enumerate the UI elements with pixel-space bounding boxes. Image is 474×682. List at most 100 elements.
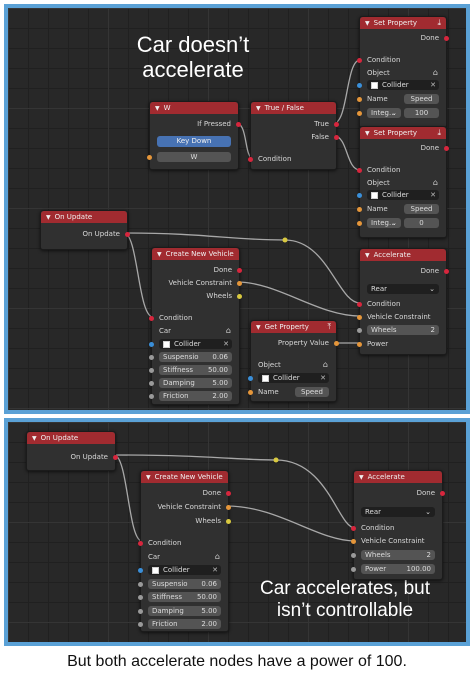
on-update-node[interactable]: ▼ On Update On Update: [26, 431, 118, 471]
collapse-triangle-icon[interactable]: ▼: [155, 105, 160, 112]
socket-wheels[interactable]: [357, 328, 362, 333]
stiffness-field[interactable]: Stiffness 50.00: [148, 592, 221, 602]
socket-condition[interactable]: [351, 526, 356, 531]
damping-field[interactable]: Damping 5.00: [148, 606, 221, 616]
socket-wheels[interactable]: [226, 519, 231, 524]
collapse-triangle-icon[interactable]: ▼: [365, 252, 370, 259]
socket-name[interactable]: [357, 207, 362, 212]
key-down-button[interactable]: Key Down: [157, 136, 231, 147]
clear-icon[interactable]: ✕: [430, 190, 436, 200]
collapse-triangle-icon[interactable]: ▼: [157, 251, 162, 258]
node-header[interactable]: ▼ Get Property ⤒: [251, 321, 336, 333]
socket-done[interactable]: [226, 491, 231, 496]
node-header[interactable]: ▼ True / False: [251, 102, 336, 114]
socket-car[interactable]: [149, 342, 154, 347]
socket-on-update[interactable]: [113, 455, 118, 460]
value-field[interactable]: 100: [404, 108, 439, 118]
set-property-node-2[interactable]: ▼ Set Property ⤓ Done Condition Object ⌂ C…: [357, 126, 449, 238]
collapse-triangle-icon[interactable]: ▼: [365, 130, 370, 137]
name-field[interactable]: Speed: [404, 204, 439, 214]
socket-condition[interactable]: [138, 541, 143, 546]
socket-if-pressed[interactable]: [236, 122, 241, 127]
friction-field[interactable]: Friction 2.00: [148, 619, 221, 629]
socket-value[interactable]: [357, 111, 362, 116]
mode-dropdown[interactable]: Rear ⌄: [361, 507, 435, 517]
value-field[interactable]: 0: [404, 218, 439, 228]
wheels-field[interactable]: Wheels 2: [367, 325, 439, 335]
power-field[interactable]: Power 100.00: [361, 564, 435, 574]
get-property-node[interactable]: ▼ Get Property ⤒ Property Value Object ⌂ C…: [248, 320, 339, 402]
bottom-node-canvas[interactable]: Car accelerates, but isn’t controllable …: [8, 422, 466, 642]
socket-damping[interactable]: [149, 381, 154, 386]
wheels-field[interactable]: Wheels 2: [361, 550, 435, 560]
socket-vehicle-constraint[interactable]: [237, 281, 242, 286]
socket-false[interactable]: [334, 135, 339, 140]
on-update-node[interactable]: ▼ On Update On Update: [40, 210, 130, 250]
socket-name[interactable]: [357, 97, 362, 102]
collapse-triangle-icon[interactable]: ▼: [146, 474, 151, 481]
socket-condition[interactable]: [357, 168, 362, 173]
collapse-triangle-icon[interactable]: ▼: [32, 435, 37, 442]
socket-name[interactable]: [248, 390, 253, 395]
node-header[interactable]: ▼ On Update: [27, 432, 115, 444]
node-header[interactable]: ▼ Accelerate: [360, 249, 446, 261]
car-field[interactable]: Collider ✕: [148, 565, 221, 575]
top-node-canvas[interactable]: Car doesn’t accelerate ▼ W If Pressed Key…: [8, 8, 466, 410]
object-picker-icon[interactable]: ⌂: [433, 67, 438, 79]
clear-icon[interactable]: ✕: [320, 373, 326, 383]
socket-object[interactable]: [248, 376, 253, 381]
socket-done[interactable]: [444, 36, 449, 41]
socket-key[interactable]: [147, 155, 152, 160]
socket-power[interactable]: [351, 567, 356, 572]
collapse-triangle-icon[interactable]: ▼: [365, 20, 370, 27]
socket-damping[interactable]: [138, 609, 143, 614]
clear-icon[interactable]: ✕: [430, 80, 436, 90]
socket-wheels[interactable]: [237, 294, 242, 299]
socket-object[interactable]: [357, 193, 362, 198]
node-header[interactable]: ▼ W: [150, 102, 238, 114]
socket-friction[interactable]: [138, 622, 143, 627]
key-field[interactable]: W: [157, 152, 231, 162]
socket-condition[interactable]: [248, 157, 253, 162]
type-dropdown[interactable]: Integ... ⌄: [367, 108, 401, 118]
clear-icon[interactable]: ✕: [223, 339, 229, 349]
object-field[interactable]: Collider ✕: [367, 80, 439, 90]
create-new-vehicle-node[interactable]: ▼ Create New Vehicle Done Vehicle Constra…: [138, 470, 231, 632]
socket-stiffness[interactable]: [149, 368, 154, 373]
socket-object[interactable]: [357, 83, 362, 88]
node-header[interactable]: ▼ Create New Vehicle: [141, 471, 228, 483]
socket-condition[interactable]: [357, 58, 362, 63]
socket-done[interactable]: [440, 491, 445, 496]
socket-suspension[interactable]: [149, 355, 154, 360]
object-picker-icon[interactable]: ⌂: [323, 359, 328, 371]
socket-wheels[interactable]: [351, 553, 356, 558]
collapse-triangle-icon[interactable]: ▼: [359, 474, 364, 481]
damping-field[interactable]: Damping 5.00: [159, 378, 232, 388]
name-field[interactable]: Speed: [295, 387, 329, 397]
keyboard-w-node[interactable]: ▼ W If Pressed Key Down W: [147, 101, 241, 170]
socket-condition[interactable]: [357, 302, 362, 307]
suspension-field[interactable]: Suspensio 0.06: [148, 579, 221, 589]
socket-done[interactable]: [237, 268, 242, 273]
socket-power[interactable]: [357, 342, 362, 347]
collapse-triangle-icon[interactable]: ▼: [46, 214, 51, 221]
object-picker-icon[interactable]: ⌂: [215, 551, 220, 563]
friction-field[interactable]: Friction 2.00: [159, 391, 232, 401]
node-header[interactable]: ▼ On Update: [41, 211, 127, 223]
socket-suspension[interactable]: [138, 582, 143, 587]
socket-vehicle-constraint[interactable]: [226, 505, 231, 510]
collapse-triangle-icon[interactable]: ▼: [256, 324, 261, 331]
car-field[interactable]: Collider ✕: [159, 339, 232, 349]
socket-value[interactable]: [357, 221, 362, 226]
clear-icon[interactable]: ✕: [212, 565, 218, 575]
mode-dropdown[interactable]: Rear ⌄: [367, 284, 439, 294]
socket-car[interactable]: [138, 568, 143, 573]
socket-on-update[interactable]: [125, 232, 130, 237]
socket-vehicle-constraint[interactable]: [351, 539, 356, 544]
stiffness-field[interactable]: Stiffness 50.00: [159, 365, 232, 375]
set-property-node-1[interactable]: ▼ Set Property ⤓ Done Condition Object ⌂ C…: [357, 16, 449, 128]
type-dropdown[interactable]: Integ... ⌄: [367, 218, 401, 228]
node-header[interactable]: ▼ Set Property ⤓: [360, 127, 446, 139]
object-picker-icon[interactable]: ⌂: [226, 325, 231, 337]
socket-condition[interactable]: [149, 316, 154, 321]
